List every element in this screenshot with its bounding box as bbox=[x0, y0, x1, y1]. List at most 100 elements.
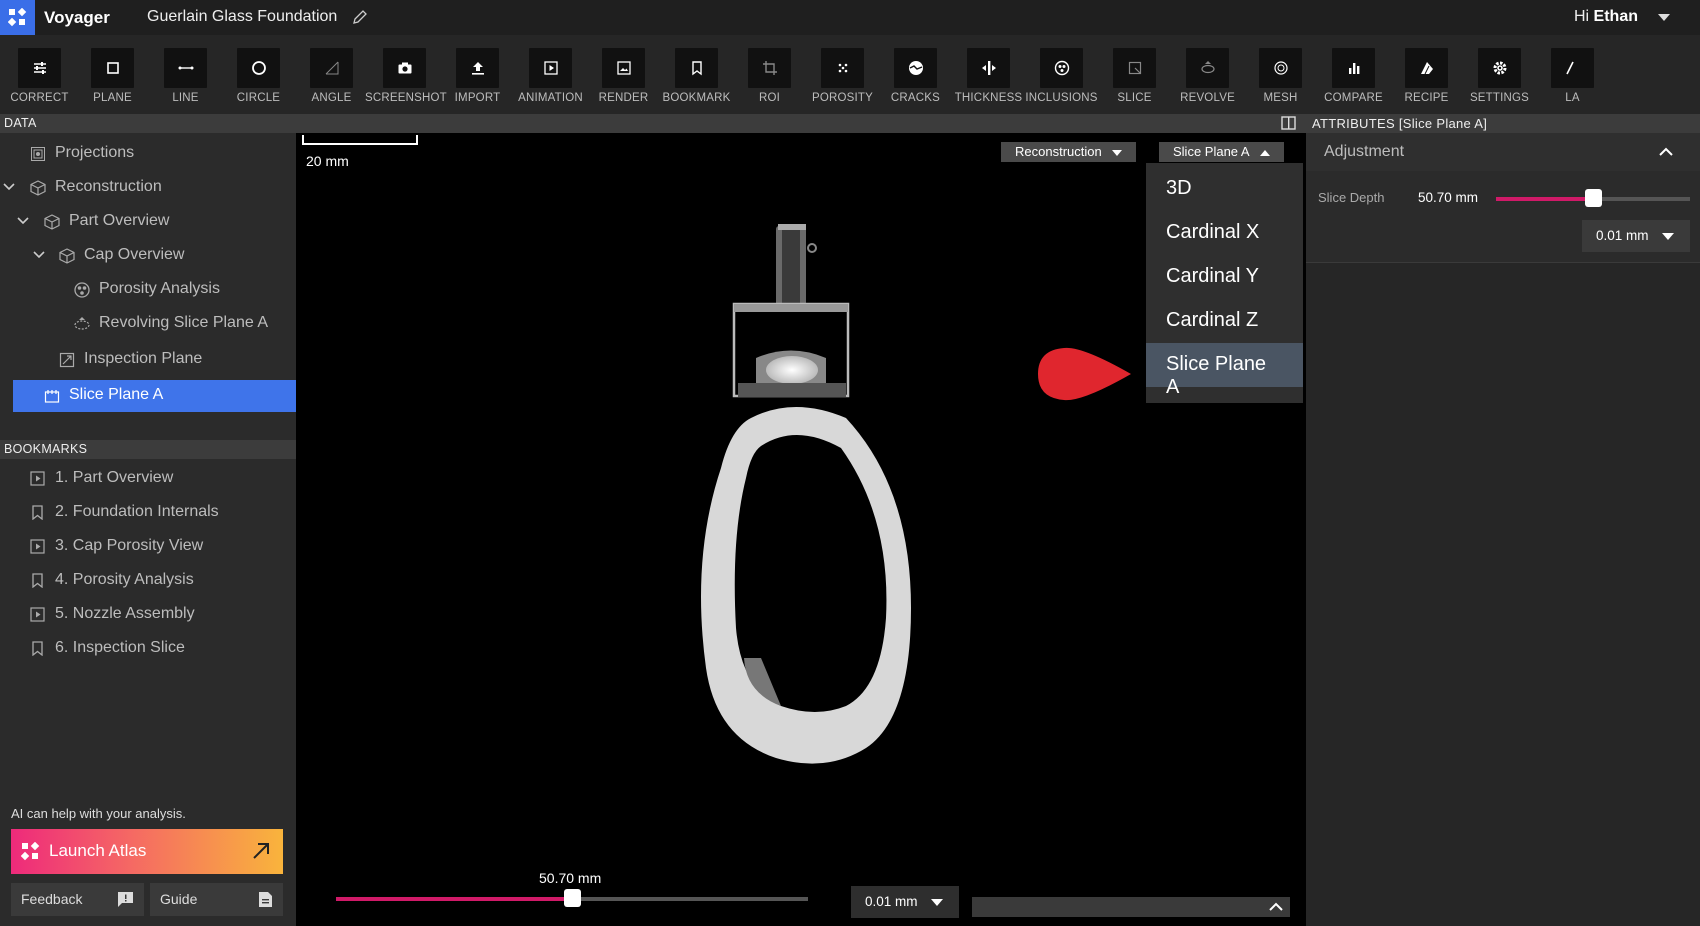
bookmark-icon bbox=[32, 505, 43, 520]
tree-item-reconstruction[interactable]: Reconstruction bbox=[0, 172, 296, 204]
toolbar-button-mesh[interactable]: MESH bbox=[1241, 35, 1320, 114]
toolbar-button-label: SCREENSHOT bbox=[365, 92, 447, 104]
tree-item-slice-plane-a[interactable]: Slice Plane A bbox=[13, 380, 296, 412]
toolbar-button-porosity[interactable]: POROSITY bbox=[803, 35, 882, 114]
cube-icon bbox=[59, 248, 75, 264]
3d-viewport[interactable]: 20 mm Reconstruction Slice Plane A 3D Ca… bbox=[296, 133, 1306, 926]
bookmark-item[interactable]: 6. Inspection Slice bbox=[0, 633, 296, 665]
toolbar-button-la[interactable]: LA bbox=[1533, 35, 1612, 114]
toolbar-button-label: SLICE bbox=[1117, 92, 1152, 104]
slice-slider[interactable] bbox=[336, 889, 808, 907]
slice-depth-slider-thumb[interactable] bbox=[1585, 189, 1602, 207]
toolbar-button-correct[interactable]: CORRECT bbox=[0, 35, 79, 114]
toolbar-button-cracks[interactable]: CRACKS bbox=[876, 35, 955, 114]
toolbar-button-plane[interactable]: PLANE bbox=[73, 35, 152, 114]
chevron-up-icon[interactable] bbox=[1658, 145, 1674, 157]
bookmark-item[interactable]: 1. Part Overview bbox=[0, 463, 296, 495]
view-dropdown[interactable]: Reconstruction bbox=[1001, 142, 1136, 162]
menu-item-3d[interactable]: 3D bbox=[1146, 167, 1303, 211]
image-icon bbox=[616, 61, 631, 75]
slice-slider-value: 50.70 mm bbox=[539, 870, 602, 886]
toolbar-button-label: ROI bbox=[758, 92, 781, 104]
voyager-logo-icon[interactable] bbox=[0, 0, 35, 35]
bookmark-item[interactable]: 4. Porosity Analysis bbox=[0, 565, 296, 597]
tree-item-revolving-slice-plane-a[interactable]: Revolving Slice Plane A bbox=[0, 308, 296, 340]
toolbar-button-screenshot[interactable]: SCREENSHOT bbox=[365, 35, 447, 114]
adjustment-section-header[interactable]: Adjustment bbox=[1306, 133, 1700, 171]
menu-item-cardinal-x[interactable]: Cardinal X bbox=[1146, 211, 1303, 255]
toolbar-button-label: BOOKMARK bbox=[662, 92, 731, 104]
chevron-down-icon[interactable] bbox=[3, 182, 15, 192]
toolbar-button-compare[interactable]: COMPARE bbox=[1314, 35, 1393, 114]
toolbar-button-label: THICKNESS bbox=[954, 92, 1023, 104]
toolbar-button-recipe[interactable]: RECIPE bbox=[1387, 35, 1466, 114]
upload-icon bbox=[471, 62, 484, 75]
slice-slider-thumb[interactable] bbox=[564, 889, 581, 907]
panel-toggle-icon[interactable] bbox=[1281, 116, 1296, 130]
toolbar-button-label: CORRECT bbox=[10, 92, 69, 104]
menu-item-slice-plane-a[interactable]: Slice Plane A bbox=[1146, 343, 1303, 398]
plane-dropdown[interactable]: Slice Plane A bbox=[1159, 142, 1284, 162]
toolbar-button-circle[interactable]: CIRCLE bbox=[219, 35, 298, 114]
launch-atlas-button[interactable]: Launch Atlas bbox=[11, 829, 283, 874]
dots-icon bbox=[838, 63, 847, 73]
toolbar-button-label: ANIMATION bbox=[518, 92, 583, 104]
square-icon bbox=[106, 62, 119, 74]
toolbar-button-label: CRACKS bbox=[890, 92, 941, 104]
user-greeting[interactable]: Hi Ethan bbox=[1574, 8, 1638, 26]
caret-up-icon bbox=[1259, 149, 1270, 156]
feedback-button[interactable]: Feedback bbox=[11, 883, 144, 916]
bookmark-item[interactable]: 5. Nozzle Assembly bbox=[0, 599, 296, 631]
revolve-icon bbox=[1200, 61, 1215, 74]
tree-item-part-overview[interactable]: Part Overview bbox=[0, 206, 296, 238]
caret-down-icon bbox=[1111, 149, 1122, 156]
toolbar-button-inclusions[interactable]: INCLUSIONS bbox=[1022, 35, 1101, 114]
scale-label: 20 mm bbox=[306, 153, 349, 169]
chevron-down-icon[interactable] bbox=[33, 250, 45, 260]
inclusions-icon bbox=[1054, 60, 1069, 76]
bookmark-item[interactable]: 2. Foundation Internals bbox=[0, 497, 296, 529]
toolbar: CORRECT PLANE LINE CIRCLE ANGLE SCREENSHOT IMP… bbox=[0, 35, 1700, 114]
toolbar-button-label: CIRCLE bbox=[236, 92, 281, 104]
toolbar-button-revolve[interactable]: REVOLVE bbox=[1168, 35, 1247, 114]
chevron-up-icon[interactable] bbox=[1268, 900, 1284, 912]
bookmark-icon bbox=[32, 641, 43, 656]
tree-item-porosity-analysis[interactable]: Porosity Analysis bbox=[0, 274, 296, 306]
play-square-icon bbox=[30, 471, 45, 486]
pencil-icon[interactable] bbox=[352, 9, 368, 25]
timeline-bar[interactable] bbox=[972, 897, 1290, 917]
play-square-icon bbox=[30, 607, 45, 622]
tree-item-cap-overview[interactable]: Cap Overview bbox=[0, 240, 296, 272]
toolbar-button-angle[interactable]: ANGLE bbox=[292, 35, 371, 114]
step-size-dropdown[interactable]: 0.01 mm bbox=[851, 886, 959, 918]
slice-depth-value: 50.70 mm bbox=[1418, 190, 1479, 205]
recipe-icon bbox=[1420, 62, 1433, 75]
bookmark-item[interactable]: 3. Cap Porosity View bbox=[0, 531, 296, 563]
feedback-icon bbox=[118, 892, 133, 907]
toolbar-button-animation[interactable]: ANIMATION bbox=[511, 35, 590, 114]
projections-icon bbox=[31, 147, 45, 161]
chevron-down-icon[interactable] bbox=[17, 216, 29, 226]
tree-item-inspection-plane[interactable]: Inspection Plane bbox=[0, 344, 296, 376]
toolbar-button-import[interactable]: IMPORT bbox=[438, 35, 517, 114]
pointer-indicator-icon bbox=[1038, 347, 1131, 401]
guide-button[interactable]: Guide bbox=[150, 883, 283, 916]
arrow-up-right-icon bbox=[253, 843, 269, 859]
toolbar-button-line[interactable]: LINE bbox=[146, 35, 225, 114]
slice-depth-slider-fill bbox=[1496, 197, 1593, 201]
menu-item-cardinal-y[interactable]: Cardinal Y bbox=[1146, 255, 1303, 299]
toolbar-button-bookmark[interactable]: BOOKMARK bbox=[657, 35, 736, 114]
line-icon bbox=[178, 66, 193, 70]
title-bar: Voyager Guerlain Glass Foundation Hi Eth… bbox=[0, 0, 1700, 35]
toolbar-button-thickness[interactable]: THICKNESS bbox=[949, 35, 1028, 114]
toolbar-button-roi[interactable]: ROI bbox=[730, 35, 809, 114]
user-menu-chevron-icon[interactable] bbox=[1658, 14, 1670, 21]
slice-depth-slider[interactable] bbox=[1496, 189, 1690, 207]
document-title[interactable]: Guerlain Glass Foundation bbox=[147, 8, 337, 26]
menu-item-cardinal-z[interactable]: Cardinal Z bbox=[1146, 299, 1303, 343]
tree-item-projections[interactable]: Projections bbox=[0, 138, 296, 170]
slice-depth-step-dropdown[interactable]: 0.01 mm bbox=[1582, 220, 1690, 252]
toolbar-button-slice[interactable]: SLICE bbox=[1095, 35, 1174, 114]
toolbar-button-settings[interactable]: SETTINGS bbox=[1460, 35, 1539, 114]
toolbar-button-render[interactable]: RENDER bbox=[584, 35, 663, 114]
